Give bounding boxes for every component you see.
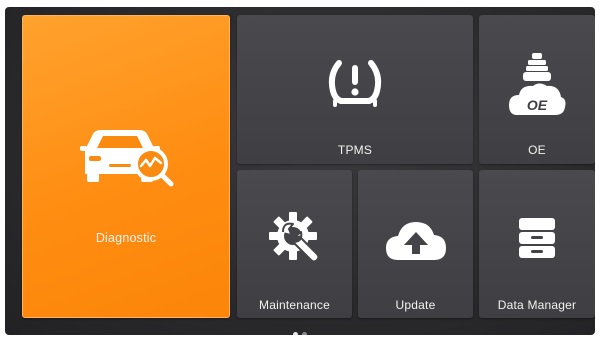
file-cabinet-icon: [517, 216, 557, 265]
diagnostic-label: Diagnostic: [95, 231, 157, 245]
update-label: Update: [395, 298, 436, 312]
home-screen: Diagnostic TPMS OE OE Maintenance Update…: [5, 7, 595, 335]
tire-pressure-warning-icon: [327, 59, 383, 112]
cloud-upload-icon: [384, 218, 448, 267]
maintenance-tile[interactable]: Maintenance: [237, 170, 352, 318]
oe-badge-icon: OE: [507, 53, 567, 124]
oe-tile[interactable]: OE OE: [479, 15, 595, 164]
car-diagnostic-icon: [77, 124, 175, 193]
tpms-label: TPMS: [337, 143, 373, 157]
oe-label: OE: [528, 143, 546, 157]
update-tile[interactable]: Update: [358, 170, 473, 318]
data-manager-tile[interactable]: Data Manager: [479, 170, 595, 318]
diagnostic-tile[interactable]: Diagnostic: [22, 15, 230, 318]
page-indicator: [5, 332, 595, 335]
data-manager-label: Data Manager: [497, 298, 577, 312]
page-dot-2[interactable]: [302, 332, 307, 335]
page-dot-1[interactable]: [293, 332, 298, 335]
oe-badge-text: OE: [527, 97, 548, 113]
maintenance-label: Maintenance: [259, 298, 330, 312]
tpms-tile[interactable]: TPMS: [237, 15, 473, 164]
wrench-gear-icon: [268, 212, 321, 269]
